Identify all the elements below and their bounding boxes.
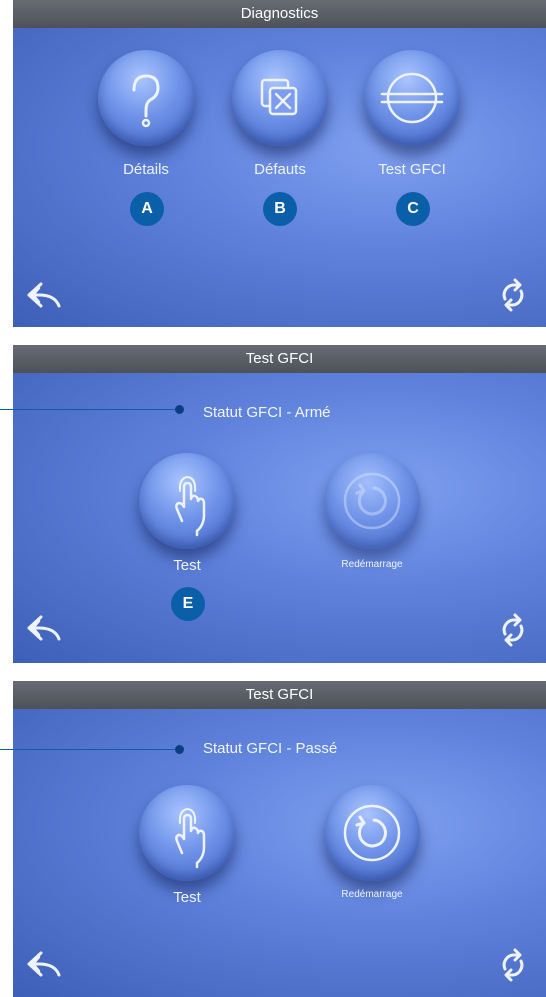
restart-button-disabled	[324, 453, 420, 549]
back-arrow-icon[interactable]	[25, 611, 65, 645]
test-button[interactable]	[139, 785, 235, 881]
callout-badge-c: C	[396, 192, 430, 226]
test-gfci-button[interactable]	[364, 50, 460, 146]
refresh-icon[interactable]	[493, 945, 533, 985]
restart-label: Redémarrage	[341, 889, 403, 900]
status-callout-dot	[175, 405, 184, 414]
gfci-status: Statut GFCI - Passé	[203, 740, 338, 757]
gfci-test-screen-armed: Test GFCI Statut GFCI - Armé Test E Redé…	[13, 345, 546, 663]
test-button[interactable]	[139, 453, 235, 549]
gfci-test-icon	[380, 72, 444, 124]
callout-badge-a: A	[130, 192, 164, 226]
refresh-icon[interactable]	[493, 610, 533, 650]
faults-icon	[260, 78, 298, 116]
callout-badge-e: E	[171, 587, 205, 621]
test-gfci-label: Test GFCI	[378, 161, 446, 178]
back-arrow-icon[interactable]	[25, 947, 65, 981]
test-label: Test	[173, 557, 201, 574]
touch-hand-icon	[139, 785, 235, 881]
page-title: Test GFCI	[13, 681, 546, 709]
refresh-icon[interactable]	[493, 275, 533, 315]
restart-icon	[324, 453, 420, 549]
faults-button[interactable]	[232, 50, 328, 146]
page-title: Test GFCI	[13, 345, 546, 373]
faults-label: Défauts	[254, 161, 306, 178]
restart-icon	[324, 785, 420, 881]
back-arrow-icon[interactable]	[25, 278, 65, 312]
details-button[interactable]	[98, 50, 194, 146]
restart-label: Redémarrage	[341, 559, 403, 570]
callout-badge-b: B	[263, 192, 297, 226]
diagnostics-screen: Diagnostics Détails A Défauts B Test GFC…	[13, 0, 546, 327]
page-title: Diagnostics	[13, 0, 546, 28]
status-callout-line	[0, 409, 180, 410]
gfci-status: Statut GFCI - Armé	[203, 404, 331, 421]
restart-button[interactable]	[324, 785, 420, 881]
details-label: Détails	[123, 161, 169, 178]
touch-hand-icon	[139, 453, 235, 549]
question-mark-icon	[132, 74, 160, 128]
test-label: Test	[173, 889, 201, 906]
status-callout-dot	[175, 745, 184, 754]
gfci-test-screen-passed: Test GFCI Statut GFCI - Passé Test Redém…	[13, 681, 546, 997]
status-callout-line	[0, 749, 180, 750]
